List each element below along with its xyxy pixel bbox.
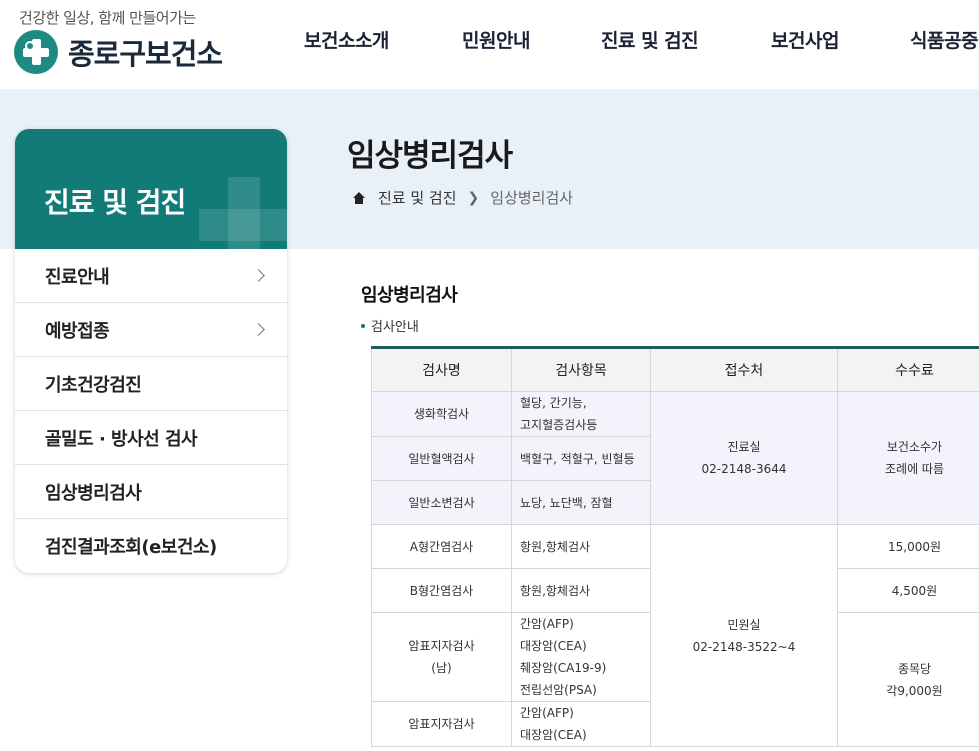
exam-name: 생화학검사 xyxy=(371,391,512,437)
sidebar-item-checkup-results[interactable]: 검진결과조회(e보건소) xyxy=(15,519,287,573)
exam-items: 항원,항체검사 xyxy=(511,524,651,569)
exam-name: B형간염검사 xyxy=(371,568,512,613)
exam-items: 혈당, 간기능, 고지혈증검사등 xyxy=(511,391,651,437)
side-menu: 진료 및 검진 진료안내 예방접종 기초건강검진 골밀도 · 방사선 검사 임상… xyxy=(15,129,287,573)
table-header-row: 검사명 검사항목 접수처 수수료 xyxy=(371,347,979,392)
fee-cell: 15,000원 xyxy=(837,524,979,569)
column-header: 검사항목 xyxy=(511,347,651,392)
sidebar-item-bone-density-xray[interactable]: 골밀도 · 방사선 검사 xyxy=(15,411,287,465)
chevron-right-icon xyxy=(252,323,265,336)
sidebar-item-label: 예방접종 xyxy=(45,320,110,342)
home-icon[interactable] xyxy=(353,191,365,204)
exam-info-table: 검사명 검사항목 접수처 수수료 생화학검사 혈당, 간기능, 고지혈증검사등 … xyxy=(371,346,979,747)
site-logo[interactable]: 종로구보건소 xyxy=(14,30,223,74)
exam-name: 암표지자검사 xyxy=(371,701,512,747)
exam-items: 뇨당, 뇨단백, 잠혈 xyxy=(511,480,651,525)
side-menu-header: 진료 및 검진 xyxy=(15,129,287,249)
section-title: 임상병리검사 xyxy=(361,285,458,306)
column-header: 검사명 xyxy=(371,347,512,392)
column-header: 수수료 xyxy=(837,347,979,392)
breadcrumb-item-treatment[interactable]: 진료 및 검진 xyxy=(378,187,457,208)
chevron-right-icon xyxy=(252,269,265,282)
sidebar-item-basic-checkup[interactable]: 기초건강검진 xyxy=(15,357,287,411)
nav-item-treatment[interactable]: 진료 및 검진 xyxy=(601,26,699,53)
sidebar-item-label: 임상병리검사 xyxy=(45,482,142,504)
sidebar-item-treatment-info[interactable]: 진료안내 xyxy=(15,249,287,303)
chevron-right-icon: ❯ xyxy=(467,189,480,206)
exam-items: 항원,항체검사 xyxy=(511,568,651,613)
column-header: 접수처 xyxy=(650,347,838,392)
fee-cell: 보건소수가 조례에 따름 xyxy=(837,391,979,525)
bullet-icon xyxy=(361,323,365,328)
logo-text: 종로구보건소 xyxy=(68,37,223,71)
nav-item-health-projects[interactable]: 보건사업 xyxy=(771,26,839,53)
exam-name: 일반혈액검사 xyxy=(371,436,512,481)
reception-cell: 진료실 02-2148-3644 xyxy=(650,391,838,525)
exam-name: 일반소변검사 xyxy=(371,480,512,525)
reception-cell: 민원실 02-2148-3522~4 xyxy=(650,524,838,747)
breadcrumb-item-current: 임상병리검사 xyxy=(490,189,574,207)
sidebar-item-label: 골밀도 · 방사선 검사 xyxy=(45,428,198,450)
sidebar-item-label: 기초건강검진 xyxy=(45,374,142,396)
sidebar-item-vaccination[interactable]: 예방접종 xyxy=(15,303,287,357)
sidebar-item-label: 진료안내 xyxy=(45,266,110,288)
table-row: 생화학검사 혈당, 간기능, 고지혈증검사등 진료실 02-2148-3644 … xyxy=(371,391,979,525)
exam-name: 암표지자검사 (남) xyxy=(371,612,512,702)
sidebar-item-clinical-pathology[interactable]: 임상병리검사 xyxy=(15,465,287,519)
side-menu-list: 진료안내 예방접종 기초건강검진 골밀도 · 방사선 검사 임상병리검사 검진결… xyxy=(15,249,287,573)
exam-name: A형간염검사 xyxy=(371,524,512,569)
exam-items: 백혈구, 적혈구, 빈혈등 xyxy=(511,436,651,481)
sub-section-label: 검사안내 xyxy=(371,320,419,335)
side-menu-title: 진료 및 검진 xyxy=(44,186,186,219)
breadcrumb: 진료 및 검진 ❯ 임상병리검사 xyxy=(353,187,573,208)
page-title: 임상병리검사 xyxy=(347,138,513,174)
exam-items: 간암(AFP) 대장암(CEA) xyxy=(511,701,651,747)
exam-items: 간암(AFP) 대장암(CEA) 췌장암(CA19-9) 전립선암(PSA) xyxy=(511,612,651,702)
fee-cell: 종목당 각9,000원 xyxy=(837,612,979,747)
site-slogan: 건강한 일상, 함께 만들어가는 xyxy=(19,9,196,27)
sidebar-item-label: 검진결과조회(e보건소) xyxy=(45,537,217,558)
nav-item-food-hygiene[interactable]: 식품공중 xyxy=(910,26,978,53)
nav-item-intro[interactable]: 보건소소개 xyxy=(304,26,389,53)
site-header: 건강한 일상, 함께 만들어가는 종로구보건소 보건소소개 민원안내 진료 및 … xyxy=(0,0,979,89)
nav-item-civil[interactable]: 민원안내 xyxy=(462,26,530,53)
table-row: A형간염검사 항원,항체검사 민원실 02-2148-3522~4 15,000… xyxy=(371,524,979,747)
sub-section-title: 검사안내 xyxy=(361,316,419,335)
fee-cell: 4,500원 xyxy=(837,568,979,613)
health-cross-logo-icon xyxy=(14,30,58,74)
